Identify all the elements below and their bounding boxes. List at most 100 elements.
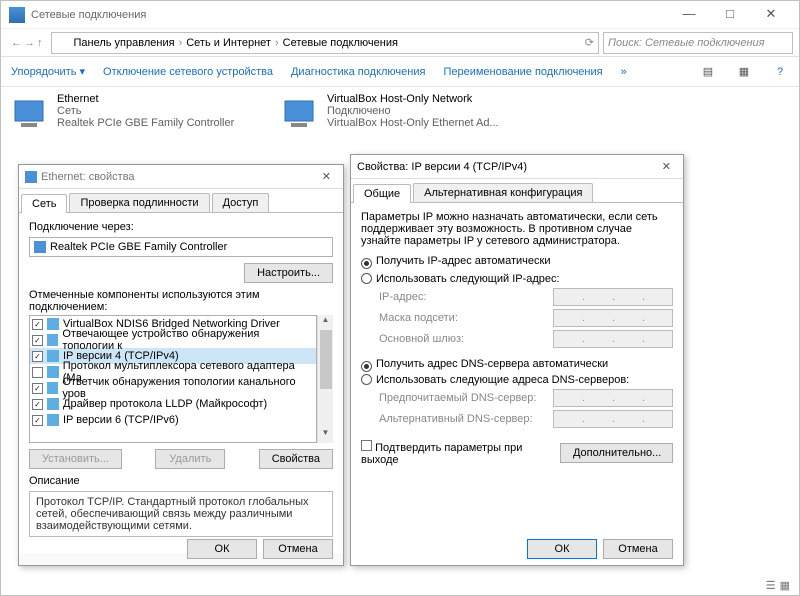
view-list-icon[interactable]: ▦ bbox=[735, 63, 753, 81]
nav-fwd-icon[interactable]: → bbox=[24, 37, 35, 49]
view-large-icon[interactable]: ▦ bbox=[780, 579, 790, 592]
gateway-input: ... bbox=[553, 330, 673, 348]
configure-button[interactable]: Настроить... bbox=[244, 263, 333, 283]
adapter-icon bbox=[56, 36, 70, 50]
component-label: Драйвер протокола LLDP (Майкрософт) bbox=[63, 398, 267, 410]
search-input[interactable]: Поиск: Сетевые подключения bbox=[603, 32, 793, 54]
maximize-button[interactable]: □ bbox=[710, 5, 750, 25]
ok-button[interactable]: ОК bbox=[527, 539, 597, 559]
checkbox-icon[interactable] bbox=[32, 367, 43, 378]
properties-button[interactable]: Свойства bbox=[259, 449, 333, 469]
checkbox-icon[interactable] bbox=[361, 440, 372, 451]
ok-button[interactable]: ОК bbox=[187, 539, 257, 559]
nav-up-icon[interactable]: ↑ bbox=[37, 37, 43, 49]
minimize-button[interactable]: — bbox=[669, 5, 709, 25]
tab-alternate[interactable]: Альтернативная конфигурация bbox=[413, 183, 593, 202]
scroll-up-icon[interactable]: ▲ bbox=[318, 315, 333, 330]
more-icon[interactable]: » bbox=[621, 66, 627, 78]
component-label: Отвечающее устройство обнаружения тополо… bbox=[62, 328, 314, 352]
radio-auto-dns[interactable] bbox=[361, 361, 372, 372]
scroll-thumb[interactable] bbox=[320, 330, 332, 389]
view-details-icon[interactable]: ☰ bbox=[766, 579, 776, 592]
adapter-icon bbox=[34, 241, 46, 253]
dialog-titlebar: Ethernet: свойства ✕ bbox=[19, 165, 343, 189]
tab-auth[interactable]: Проверка подлинности bbox=[69, 193, 209, 212]
app-icon bbox=[9, 7, 25, 23]
protocol-icon bbox=[47, 318, 59, 330]
radio-manual-ip-label: Использовать следующий IP-адрес: bbox=[376, 273, 560, 285]
protocol-icon bbox=[47, 334, 59, 346]
dns2-label: Альтернативный DNS-сервер: bbox=[379, 413, 553, 425]
connection-name: VirtualBox Host-Only Network bbox=[327, 93, 499, 105]
component-label: Ответчик обнаружения топологии канальног… bbox=[62, 376, 314, 400]
checkbox-icon[interactable]: ✓ bbox=[32, 383, 43, 394]
radio-auto-dns-label: Получить адрес DNS-сервера автоматически bbox=[376, 358, 608, 370]
dns1-input: ... bbox=[553, 389, 673, 407]
organize-menu[interactable]: Упорядочить ▾ bbox=[11, 65, 85, 78]
connection-status: Подключено bbox=[327, 105, 499, 117]
close-icon[interactable]: ✕ bbox=[316, 170, 337, 183]
breadcrumb[interactable]: Сетевые подключения bbox=[283, 37, 398, 49]
gateway-label: Основной шлюз: bbox=[379, 333, 553, 345]
component-row[interactable]: ✓Отвечающее устройство обнаружения топол… bbox=[30, 332, 316, 348]
checkbox-icon[interactable]: ✓ bbox=[32, 319, 43, 330]
breadcrumb[interactable]: Панель управления bbox=[74, 37, 175, 49]
radio-manual-ip[interactable] bbox=[361, 273, 372, 284]
cancel-button[interactable]: Отмена bbox=[263, 539, 333, 559]
diagnose-link[interactable]: Диагностика подключения bbox=[291, 66, 425, 78]
checkbox-icon[interactable]: ✓ bbox=[32, 351, 43, 362]
radio-auto-ip[interactable] bbox=[361, 258, 372, 269]
close-button[interactable]: ✕ bbox=[751, 5, 791, 25]
search-placeholder: Поиск: Сетевые подключения bbox=[608, 37, 765, 49]
validate-on-exit[interactable]: Подтвердить параметры при выходе bbox=[361, 440, 560, 466]
radio-manual-dns[interactable] bbox=[361, 374, 372, 385]
uninstall-button[interactable]: Удалить bbox=[155, 449, 225, 469]
subnet-mask-input: ... bbox=[553, 309, 673, 327]
command-bar: Упорядочить ▾ Отключение сетевого устрой… bbox=[1, 57, 799, 87]
rename-link[interactable]: Переименование подключения bbox=[443, 66, 602, 78]
protocol-icon bbox=[47, 398, 59, 410]
checkbox-icon[interactable]: ✓ bbox=[32, 415, 43, 426]
status-bar: ☰ ▦ bbox=[766, 579, 790, 592]
connection-status: Сеть bbox=[57, 105, 234, 117]
connection-name: Ethernet bbox=[57, 93, 234, 105]
component-label: IP версии 6 (TCP/IPv6) bbox=[63, 414, 179, 426]
checkbox-icon[interactable]: ✓ bbox=[32, 335, 43, 346]
chevron-right-icon: › bbox=[275, 37, 279, 49]
refresh-icon[interactable]: ⟳ bbox=[585, 36, 594, 49]
window-title: Сетевые подключения bbox=[31, 9, 669, 21]
close-icon[interactable]: ✕ bbox=[656, 160, 677, 173]
adapter-field: Realtek PCIe GBE Family Controller bbox=[29, 237, 333, 257]
breadcrumb-box[interactable]: Панель управления › Сеть и Интернет › Се… bbox=[51, 32, 600, 54]
cancel-button[interactable]: Отмена bbox=[603, 539, 673, 559]
ethernet-icon bbox=[11, 93, 51, 133]
ip-address-input: ... bbox=[553, 288, 673, 306]
scroll-down-icon[interactable]: ▼ bbox=[318, 428, 333, 443]
scrollbar[interactable]: ▲ ▼ bbox=[317, 315, 333, 443]
disable-device-link[interactable]: Отключение сетевого устройства bbox=[103, 66, 273, 78]
dns2-input: ... bbox=[553, 410, 673, 428]
protocol-icon bbox=[47, 382, 59, 394]
help-icon[interactable]: ? bbox=[771, 63, 789, 81]
install-button[interactable]: Установить... bbox=[29, 449, 122, 469]
advanced-button[interactable]: Дополнительно... bbox=[560, 443, 673, 463]
breadcrumb[interactable]: Сеть и Интернет bbox=[186, 37, 271, 49]
nav-back-icon[interactable]: ← bbox=[11, 37, 22, 49]
component-row[interactable]: ✓Ответчик обнаружения топологии канально… bbox=[30, 380, 316, 396]
checkbox-icon[interactable]: ✓ bbox=[32, 399, 43, 410]
dialog-title: Свойства: IP версии 4 (TCP/IPv4) bbox=[357, 161, 527, 173]
tab-general[interactable]: Общие bbox=[353, 184, 411, 203]
titlebar: Сетевые подключения — □ ✕ bbox=[1, 1, 799, 29]
view-thumbs-icon[interactable]: ▤ bbox=[699, 63, 717, 81]
ethernet-icon bbox=[281, 93, 321, 133]
components-heading: Отмеченные компоненты используются этим … bbox=[29, 289, 333, 313]
dialog-title: Ethernet: свойства bbox=[41, 171, 135, 183]
intro-text: Параметры IP можно назначать автоматичес… bbox=[361, 211, 673, 247]
component-row[interactable]: ✓ IP версии 6 (TCP/IPv6) bbox=[30, 412, 316, 428]
dialog-titlebar: Свойства: IP версии 4 (TCP/IPv4) ✕ bbox=[351, 155, 683, 179]
tab-sharing[interactable]: Доступ bbox=[212, 193, 270, 212]
subnet-mask-label: Маска подсети: bbox=[379, 312, 553, 324]
components-list[interactable]: ✓VirtualBox NDIS6 Bridged Networking Dri… bbox=[29, 315, 317, 443]
tab-network[interactable]: Сеть bbox=[21, 194, 67, 213]
ethernet-properties-dialog: Ethernet: свойства ✕ Сеть Проверка подли… bbox=[18, 164, 344, 566]
